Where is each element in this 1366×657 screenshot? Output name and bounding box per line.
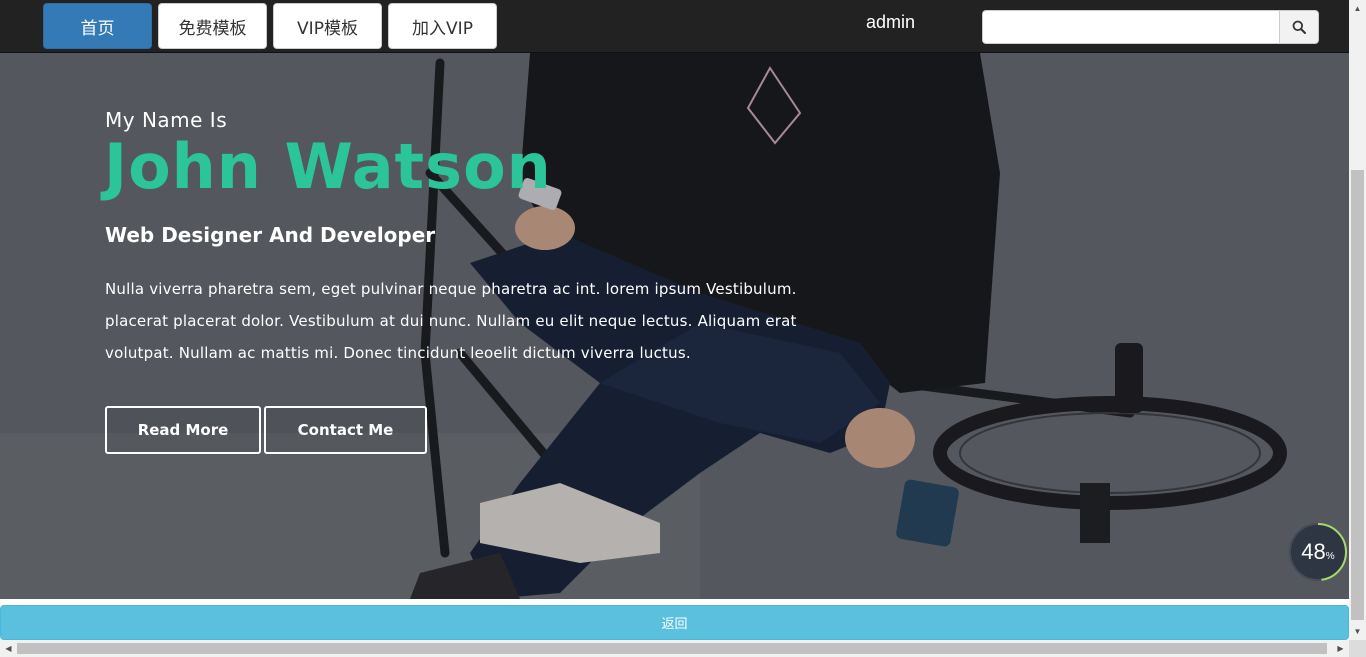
nav-join-vip-button[interactable]: 加入VIP [388,3,497,49]
vertical-scroll-thumb[interactable] [1351,170,1364,620]
nav-free-templates-button[interactable]: 免费模板 [158,3,267,49]
search-icon [1292,20,1306,34]
back-button[interactable]: 返回 [0,605,1349,640]
nav-vip-templates-button[interactable]: VIP模板 [273,3,382,49]
scroll-up-arrow-icon[interactable]: ▲ [1349,0,1366,17]
scroll-right-arrow-icon[interactable]: ▶ [1332,640,1349,657]
hero-name: John Watson [104,130,552,203]
progress-value: 48 [1301,539,1326,564]
top-navbar: 首页 免费模板 VIP模板 加入VIP admin [0,0,1349,53]
scroll-left-arrow-icon[interactable]: ◀ [0,640,17,657]
progress-circle: 48% [1288,522,1348,582]
hero-section: My Name Is John Watson Web Designer And … [0,53,1349,599]
hero-kicker: My Name Is [105,108,228,132]
search-input[interactable] [982,10,1280,44]
scrollbar-corner [1349,640,1366,657]
scroll-down-arrow-icon[interactable]: ▼ [1349,623,1366,640]
user-name[interactable]: admin [866,12,915,33]
contact-me-button[interactable]: Contact Me [264,406,427,454]
hero-description: Nulla viverra pharetra sem, eget pulvina… [105,280,797,362]
nav-home-button[interactable]: 首页 [43,3,152,49]
horizontal-scroll-thumb[interactable] [17,643,1327,654]
hero-role: Web Designer And Developer [105,223,436,247]
vertical-scrollbar[interactable]: ▲ ▼ [1349,0,1366,640]
read-more-button[interactable]: Read More [105,406,261,454]
search-button[interactable] [1279,10,1319,44]
horizontal-scrollbar[interactable]: ◀ ▶ [0,640,1349,657]
progress-unit: % [1325,550,1335,562]
